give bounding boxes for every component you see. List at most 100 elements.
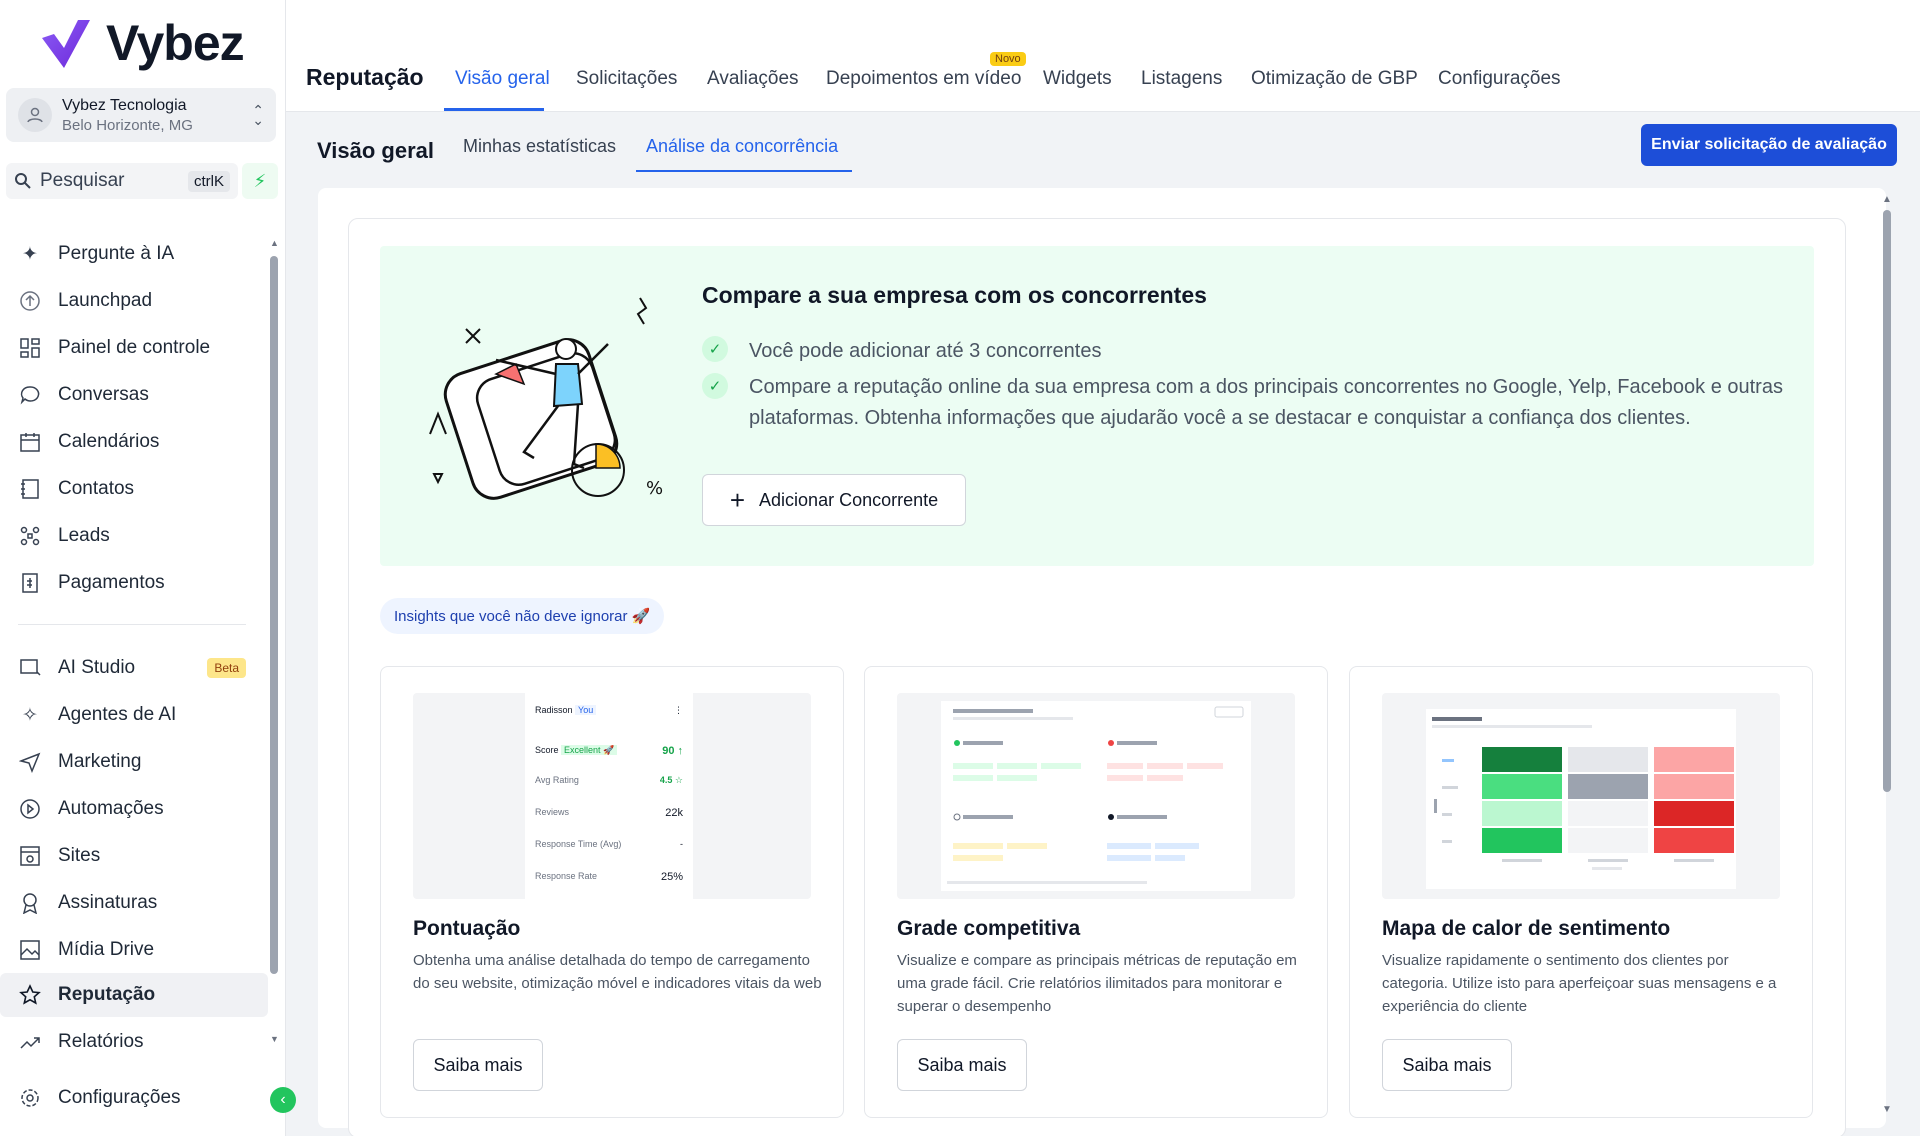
sidebar-scroll-thumb[interactable] <box>270 256 278 974</box>
send-review-request-button[interactable]: Enviar solicitação de avaliação <box>1641 124 1897 166</box>
competition-illustration: % <box>429 297 663 500</box>
tab-analise-concorrencia[interactable]: Análise da concorrência <box>646 136 838 157</box>
rocket-icon <box>18 289 42 313</box>
vybez-logo-icon <box>42 20 90 68</box>
tab-listagens[interactable]: Listagens <box>1141 68 1222 90</box>
hero-point-1: Você pode adicionar até 3 concorrentes <box>749 340 1102 362</box>
tab-otimizacao-gbp[interactable]: Otimização de GBP <box>1251 68 1418 90</box>
sidebar-item-painel[interactable]: Painel de controle <box>0 326 268 370</box>
tab-configuracoes[interactable]: Configurações <box>1438 68 1561 90</box>
sidebar-item-label: Leads <box>58 525 110 546</box>
learn-more-button[interactable]: Saiba mais <box>1382 1039 1512 1091</box>
sidebar-item-automacoes[interactable]: Automações <box>0 787 268 831</box>
search-icon <box>15 173 31 189</box>
learn-more-button[interactable]: Saiba mais <box>897 1039 1027 1091</box>
search-input[interactable]: Pesquisar ctrlK <box>6 163 238 199</box>
sidebar-item-label: Marketing <box>58 751 142 772</box>
sparkles-icon: ✦ <box>22 243 38 265</box>
tab-minhas-estatisticas[interactable]: Minhas estatísticas <box>463 136 616 157</box>
sidebar-item-agentes-ai[interactable]: ✧ Agentes de AI <box>0 693 268 737</box>
sidebar-item-configuracoes[interactable]: Configurações <box>0 1076 268 1120</box>
send-icon <box>18 750 42 774</box>
ai-agents-icon: ✧ <box>22 704 38 726</box>
hero-point-2: Compare a reputação online da sua empres… <box>749 376 1783 429</box>
new-badge: Novo <box>990 52 1026 66</box>
preview-row: Response Rate 25% <box>535 871 683 883</box>
sidebar-item-marketing[interactable]: Marketing <box>0 740 268 784</box>
sidebar-item-sites[interactable]: Sites <box>0 834 268 878</box>
sidebar-item-pergunte-ia[interactable]: ✦ Pergunte à IA <box>0 232 268 276</box>
add-competitor-button[interactable]: + Adicionar Concorrente <box>702 474 966 526</box>
tab-avaliacoes[interactable]: Avaliações <box>707 68 799 90</box>
sidebar-scrollbar[interactable]: ▲ ▼ <box>270 238 279 1044</box>
main-scrollbar[interactable]: ▲ ▼ <box>1881 194 1893 1116</box>
preview-value: 25% <box>660 871 683 883</box>
sidebar-item-label: Conversas <box>58 384 149 405</box>
sidebar-item-pagamentos[interactable]: Pagamentos <box>0 561 268 605</box>
preview-row: Response Time (Avg) - <box>535 839 683 849</box>
preview-tag: Excellent 🚀 <box>561 745 618 755</box>
feature-card-mapa-calor: Mapa de calor de sentimento Visualize ra… <box>1349 666 1813 1118</box>
sidebar-item-reputacao[interactable]: Reputação <box>0 973 268 1017</box>
preview-row: Reviews 22k <box>535 807 683 819</box>
calendar-icon <box>18 430 42 454</box>
sidebar-item-label: Reputação <box>58 984 156 1005</box>
feature-card-pontuacao: Radisson You ⋮ Score Excellent 🚀 90 ↑ Avg … <box>380 666 844 1118</box>
sidebar-item-launchpad[interactable]: Launchpad <box>0 279 268 323</box>
receipt-icon <box>18 571 42 595</box>
card-title: Pontuação <box>413 917 521 940</box>
sidebar-item-ai-studio[interactable]: AI Studio Beta <box>0 646 268 690</box>
heatmap-preview-graphic <box>1426 709 1736 889</box>
account-name: Vybez Tecnologia <box>62 96 187 114</box>
account-location: Belo Horizonte, MG <box>62 116 193 134</box>
sidebar-item-label: Launchpad <box>58 290 153 311</box>
sidebar-item-contatos[interactable]: Contatos <box>0 467 268 511</box>
award-icon <box>18 891 42 915</box>
sidebar-item-label: Sites <box>58 845 101 866</box>
page-title: Reputação <box>306 64 424 90</box>
trend-icon <box>18 1030 42 1054</box>
quick-action-bolt-icon[interactable]: ⚡ <box>242 163 278 199</box>
scroll-up-icon: ▲ <box>1882 194 1892 205</box>
check-icon: ✓ <box>702 373 728 399</box>
preview-label: Response Time (Avg) <box>535 839 622 849</box>
leads-icon <box>18 524 42 548</box>
sidebar-item-label: AI Studio <box>58 657 136 678</box>
tab-solicitacoes[interactable]: Solicitações <box>576 68 677 90</box>
logo[interactable]: Vybez <box>40 14 245 72</box>
card-description: Visualize rapidamente o sentimento dos c… <box>1382 952 1777 1015</box>
check-icon: ✓ <box>702 336 728 362</box>
competitive-grid-preview-image <box>897 693 1295 899</box>
tab-visao-geral[interactable]: Visão geral <box>455 68 550 90</box>
contacts-icon <box>18 477 42 501</box>
scroll-down-icon: ▼ <box>1882 1104 1892 1115</box>
preview-label: Reviews <box>535 807 570 817</box>
sidebar-item-label: Pagamentos <box>58 572 165 593</box>
card-title: Mapa de calor de sentimento <box>1382 917 1671 940</box>
sidebar-item-relatorios[interactable]: Relatórios <box>0 1020 268 1064</box>
insights-pill: Insights que você não deve ignorar 🚀 <box>380 598 665 634</box>
sidebar-item-calendarios[interactable]: Calendários <box>0 420 268 464</box>
learn-more-button[interactable]: Saiba mais <box>413 1039 543 1091</box>
sidebar-item-conversas[interactable]: Conversas <box>0 373 268 417</box>
collapse-sidebar-button[interactable]: ‹ <box>270 1087 296 1113</box>
sidebar-item-midia-drive[interactable]: Mídia Drive <box>0 928 268 972</box>
sidebar-item-assinaturas[interactable]: Assinaturas <box>0 881 268 925</box>
score-preview-panel: Radisson You ⋮ Score Excellent 🚀 90 ↑ Avg … <box>525 693 693 899</box>
add-competitor-label: Adicionar Concorrente <box>759 489 939 510</box>
preview-row: Score Excellent 🚀 90 ↑ <box>535 745 683 757</box>
account-switcher[interactable]: Vybez Tecnologia Belo Horizonte, MG ⌃ ⌄ <box>6 88 276 142</box>
chat-icon <box>18 383 42 407</box>
sidebar-item-leads[interactable]: Leads <box>0 514 268 558</box>
svg-text:%: % <box>646 478 663 499</box>
tab-depoimentos-video[interactable]: Depoimentos em vídeo <box>826 68 1021 90</box>
main-scroll-thumb[interactable] <box>1883 210 1891 792</box>
automation-icon <box>18 797 42 821</box>
sidebar-item-label: Mídia Drive <box>58 939 155 960</box>
tab-widgets[interactable]: Widgets <box>1043 68 1112 90</box>
active-subtab-indicator <box>636 170 852 172</box>
sidebar-item-label: Automações <box>58 798 164 819</box>
active-tab-indicator <box>444 108 544 111</box>
image-icon <box>18 938 42 962</box>
card-title: Grade competitiva <box>897 917 1081 940</box>
